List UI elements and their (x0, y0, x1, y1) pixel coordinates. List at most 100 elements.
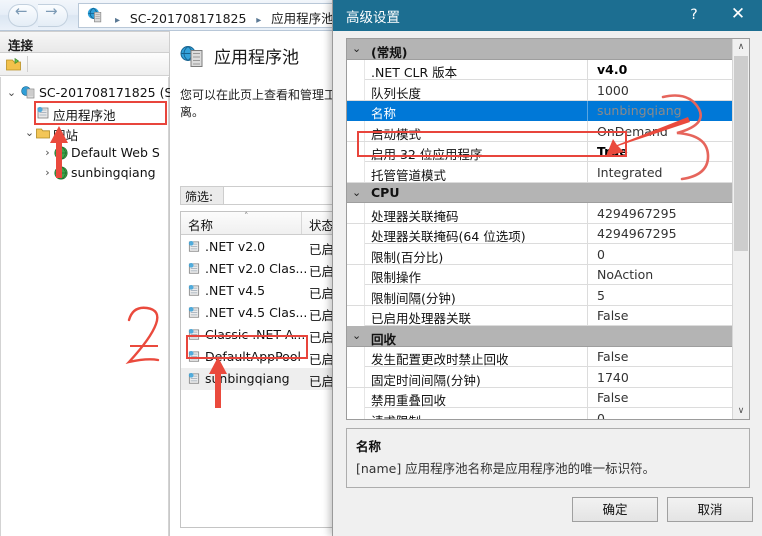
property-row[interactable]: 限制操作 NoAction (347, 264, 749, 285)
column-splitter[interactable] (587, 367, 588, 387)
chevron-down-icon[interactable]: ⌄ (352, 329, 361, 342)
property-grid-scrollbar[interactable]: ∧ ∨ (732, 39, 749, 419)
row-rail (347, 264, 365, 285)
property-row[interactable]: 禁用重叠回收 False (347, 387, 749, 408)
row-state: 已启 (309, 308, 335, 323)
property-row[interactable]: 已启用处理器关联 False (347, 305, 749, 326)
property-value[interactable]: 1740 (597, 370, 629, 385)
row-state: 已启 (309, 264, 335, 279)
scrollbar-thumb[interactable] (734, 56, 748, 251)
property-value[interactable]: 4294967295 (597, 206, 677, 221)
help-icon[interactable]: ? (684, 5, 704, 25)
iis-server-icon (87, 7, 102, 23)
connect-to-server-icon[interactable] (5, 56, 22, 72)
chevron-down-icon[interactable]: ⌄ (352, 42, 361, 55)
breadcrumb-node[interactable]: 应用程序池 (271, 8, 334, 27)
group-label: 回收 (371, 331, 397, 347)
advanced-settings-dialog: 高级设置 ? ✕ ⌄ (常规) .NET CLR 版本 v4.0 队列长度 10… (332, 0, 762, 536)
arrow-right-icon[interactable]: → (45, 4, 58, 19)
sites-folder-icon (36, 128, 50, 139)
app-pool-icon (188, 306, 200, 318)
row-name: .NET v2.0 (205, 239, 266, 254)
property-value[interactable]: False (597, 308, 628, 323)
annotation-box-app-pools-tree (34, 101, 167, 125)
breadcrumb-server[interactable]: SC-201708171825 (130, 11, 247, 26)
breadcrumb-separator-1: ▸ (115, 15, 121, 26)
tree-node-sites[interactable]: ⌄ 网站 (1, 123, 168, 143)
row-name: sunbingqiang (205, 371, 290, 386)
group-header-cpu[interactable]: ⌄ CPU (347, 182, 749, 203)
column-splitter[interactable] (587, 305, 588, 326)
row-rail (347, 162, 365, 182)
page-title: 应用程序池 (214, 48, 299, 68)
cancel-button[interactable]: 取消 (667, 497, 753, 522)
row-rail (347, 223, 365, 244)
column-splitter[interactable] (587, 264, 588, 285)
column-header-name[interactable]: 名称 (188, 215, 213, 234)
scroll-down-icon[interactable]: ∨ (733, 403, 749, 419)
property-row[interactable]: 处理器关联掩码(64 位选项) 4294967295 (347, 223, 749, 244)
property-row[interactable]: 队列长度 1000 (347, 80, 749, 101)
property-value[interactable]: 5 (597, 288, 605, 303)
property-row[interactable]: 限制间隔(分钟) 5 (347, 285, 749, 306)
property-row[interactable]: 发生配置更改时禁止回收 False (347, 346, 749, 367)
property-value[interactable]: 0 (597, 247, 605, 262)
filter-label: 筛选: (180, 186, 224, 205)
scroll-up-icon[interactable]: ∧ (733, 39, 749, 55)
property-row-selected[interactable]: 名称 sunbingqiang (347, 100, 749, 121)
column-splitter[interactable] (587, 285, 588, 305)
chevron-down-icon[interactable]: ⌄ (5, 86, 18, 99)
close-icon[interactable]: ✕ (726, 4, 750, 26)
column-splitter[interactable] (587, 203, 588, 223)
breadcrumb[interactable]: ▸ SC-201708171825 ▸ 应用程序池 (109, 8, 334, 28)
property-value[interactable]: 0 (597, 411, 605, 420)
property-value[interactable]: v4.0 (597, 62, 627, 77)
property-value[interactable]: NoAction (597, 267, 653, 282)
property-grid[interactable]: ⌄ (常规) .NET CLR 版本 v4.0 队列长度 1000 名称 sun… (346, 38, 750, 420)
column-splitter[interactable] (587, 80, 588, 100)
column-divider[interactable] (301, 212, 302, 234)
tree-node-default-web-site[interactable]: › Default Web S (1, 143, 168, 163)
column-header-state[interactable]: 状态 (309, 215, 334, 234)
tree-node-sunbingqiang[interactable]: › sunbingqiang (1, 163, 168, 183)
group-header-general[interactable]: ⌄ (常规) (347, 39, 749, 60)
property-row[interactable]: 托管管道模式 Integrated (347, 162, 749, 183)
dialog-title: 高级设置 (346, 10, 400, 26)
property-value[interactable]: False (597, 349, 628, 364)
property-row[interactable]: 限制(百分比) 0 (347, 244, 749, 265)
column-splitter[interactable] (587, 162, 588, 182)
property-row[interactable]: 固定时间间隔(分钟) 1740 (347, 367, 749, 388)
property-description-box: 名称 [name] 应用程序池名称是应用程序池的唯一标识符。 (346, 428, 750, 488)
property-row[interactable]: 处理器关联掩码 4294967295 (347, 203, 749, 224)
ok-button[interactable]: 确定 (572, 497, 658, 522)
row-state: 已启 (309, 374, 335, 389)
property-value[interactable]: sunbingqiang (597, 103, 682, 118)
sort-ascending-icon: ˄ (244, 212, 249, 222)
breadcrumb-separator-2: ▸ (256, 15, 262, 26)
arrow-left-icon[interactable]: ← (15, 4, 28, 19)
tree-node-sunbingqiang-label: sunbingqiang (71, 165, 156, 180)
row-name: .NET v4.5 (205, 283, 266, 298)
row-rail (347, 59, 365, 80)
column-splitter[interactable] (587, 223, 588, 244)
tree-node-server[interactable]: ⌄ SC-201708171825 (S (1, 83, 173, 103)
connections-tree[interactable]: ⌄ SC-201708171825 (S 应用程序池 ⌄ 网站 › Defaul… (0, 77, 173, 536)
column-splitter[interactable] (587, 408, 588, 419)
property-row[interactable]: 请求限制 0 (347, 408, 749, 420)
tree-node-server-label: SC-201708171825 (S (39, 85, 173, 100)
description-text: [name] 应用程序池名称是应用程序池的唯一标识符。 (356, 461, 656, 476)
row-rail (347, 80, 365, 100)
chevron-down-icon[interactable]: ⌄ (352, 186, 361, 199)
property-value[interactable]: 1000 (597, 83, 629, 98)
column-splitter[interactable] (587, 346, 588, 367)
column-splitter[interactable] (587, 387, 588, 408)
property-row[interactable]: .NET CLR 版本 v4.0 (347, 59, 749, 80)
property-value[interactable]: Integrated (597, 165, 662, 180)
annotation-box-app-pool-row (186, 335, 308, 359)
column-splitter[interactable] (587, 244, 588, 264)
property-value[interactable]: 4294967295 (597, 226, 677, 241)
property-value[interactable]: False (597, 390, 628, 405)
group-header-recycling[interactable]: ⌄ 回收 (347, 326, 749, 347)
column-splitter[interactable] (587, 100, 588, 121)
column-splitter[interactable] (587, 59, 588, 80)
